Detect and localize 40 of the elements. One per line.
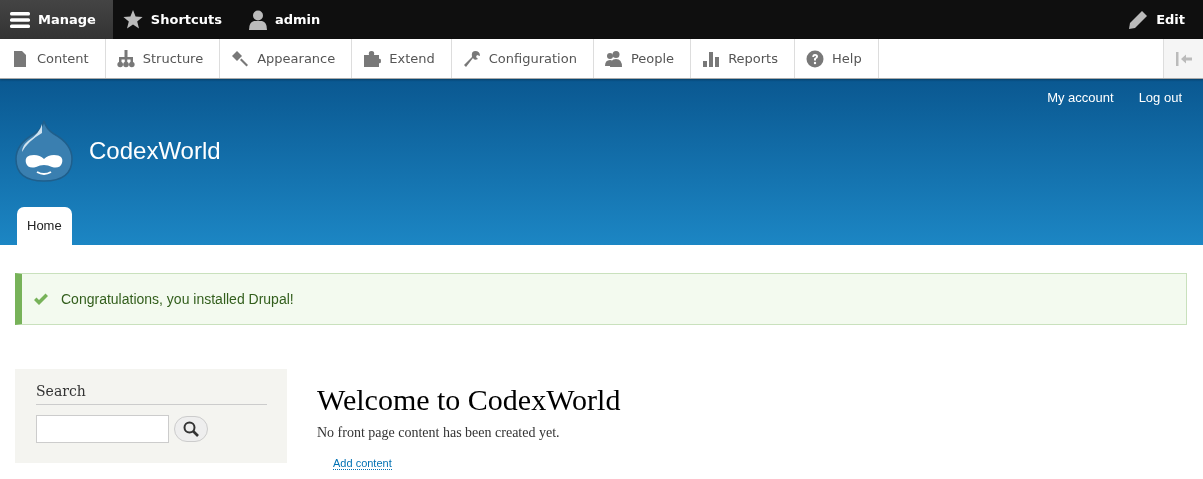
search-icon bbox=[183, 421, 199, 437]
hierarchy-icon bbox=[116, 49, 135, 68]
header-link[interactable]: Log out bbox=[1138, 90, 1182, 105]
brush-icon bbox=[231, 49, 250, 68]
message-text: Congratulations, you installed Drupal! bbox=[61, 291, 294, 307]
tray-item[interactable]: Help bbox=[795, 39, 879, 78]
arrow-left-icon bbox=[1175, 51, 1192, 66]
body-text: No front page content has been created yet. bbox=[317, 425, 561, 441]
document-icon bbox=[11, 49, 29, 68]
edit-button[interactable]: Edit bbox=[1118, 0, 1203, 39]
logo-icon bbox=[14, 119, 74, 183]
tray-item[interactable]: Structure bbox=[105, 39, 221, 78]
user-icon bbox=[248, 9, 267, 30]
toolbar-tab[interactable]: admin bbox=[238, 0, 338, 39]
puzzle-icon bbox=[363, 49, 382, 68]
pencil-icon bbox=[1128, 9, 1149, 30]
block-title: Search bbox=[36, 383, 267, 405]
wrench-icon bbox=[462, 49, 481, 68]
bar-chart-icon bbox=[702, 49, 721, 68]
tray-item[interactable]: Content bbox=[0, 39, 106, 78]
toolbar-tab[interactable]: Shortcuts bbox=[112, 0, 239, 39]
help-icon bbox=[806, 49, 824, 68]
tray-item[interactable]: People bbox=[593, 39, 692, 78]
nav-tab[interactable]: Home bbox=[17, 207, 72, 245]
menu-icon bbox=[10, 10, 30, 29]
tray-item[interactable]: Configuration bbox=[451, 39, 594, 78]
header-link[interactable]: My account bbox=[1047, 90, 1114, 105]
search-field[interactable] bbox=[36, 415, 169, 443]
site-name[interactable]: CodexWorld bbox=[89, 137, 221, 165]
checkmark-icon bbox=[33, 292, 49, 306]
collapse-button[interactable] bbox=[1163, 39, 1203, 78]
add-content-link[interactable]: Add content bbox=[333, 457, 392, 470]
star-icon bbox=[122, 10, 143, 29]
search-button[interactable] bbox=[174, 416, 208, 442]
tray-item[interactable]: Reports bbox=[691, 39, 795, 78]
tray-item[interactable]: Extend bbox=[352, 39, 452, 78]
toolbar-tab[interactable]: Manage bbox=[0, 0, 113, 39]
people-icon bbox=[604, 49, 623, 68]
tray-item[interactable]: Appearance bbox=[220, 39, 353, 78]
page-title: Welcome to CodexWorld bbox=[317, 383, 621, 417]
